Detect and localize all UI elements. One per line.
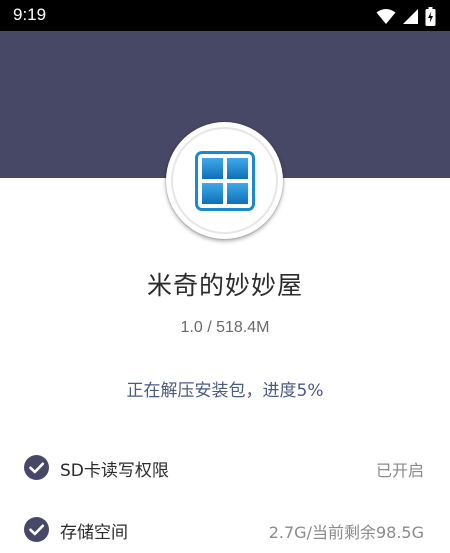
check-row-storage: 存储空间 2.7G/当前剩余98.5G [0, 509, 450, 549]
status-time: 9:19 [13, 5, 47, 24]
app-icon-container [166, 122, 283, 239]
check-label: SD卡读写权限 [60, 461, 169, 481]
check-label: 存储空间 [60, 523, 128, 543]
status-icons [376, 6, 436, 26]
check-circle-icon [24, 517, 49, 542]
check-row-sd-permission: SD卡读写权限 已开启 [0, 447, 450, 487]
wifi-icon [376, 8, 396, 25]
check-status: 已开启 [375, 461, 424, 480]
check-status: 2.7G/当前剩余98.5G [268, 523, 424, 542]
windows-tile-icon [193, 149, 257, 213]
app-name: 米奇的妙妙屋 [146, 271, 303, 300]
cellular-signal-icon [402, 8, 419, 25]
app-version-size: 1.0 / 518.4M [180, 319, 270, 336]
battery-charging-icon [425, 6, 436, 26]
check-circle-icon [24, 455, 49, 480]
install-progress-text: 正在解压安装包，进度5% [126, 381, 324, 401]
status-bar: 9:19 [0, 0, 450, 31]
